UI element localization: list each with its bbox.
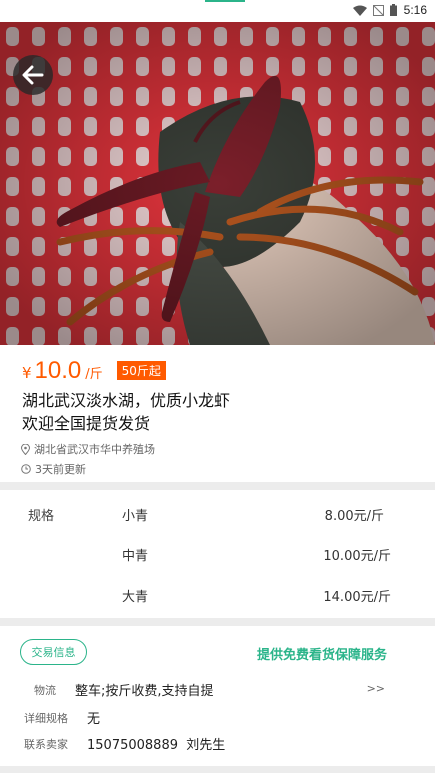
price-unit: /斤 [85,367,103,382]
detail-spec-label: 详细规格 [24,712,68,725]
product-title-line1: 湖北武汉淡水湖，优质小龙虾 [22,391,231,410]
wifi-icon [353,5,367,16]
updated-row: 3天前更新 [21,461,86,477]
spec-price: 8.00元/斤 [324,509,384,524]
min-order-badge: 50斤起 [116,361,166,380]
spec-row: 大青 14.00元/斤 [0,586,435,606]
spec-section: 规格 小青 8.00元/斤 中青 10.00元/斤 大青 14.00元/斤 [0,490,435,618]
logistics-label: 物流 [34,684,56,697]
currency-symbol: ¥ [22,364,32,382]
price-row: ¥ 10.0 /斤 50斤起 [22,357,166,385]
spec-price: 10.00元/斤 [323,549,391,564]
detail-spec-value: 无 [87,712,101,727]
logistics-more-link[interactable]: >> [367,682,385,695]
arrow-left-icon [22,65,44,85]
product-image[interactable] [0,22,435,345]
status-bar: 5:16 [0,0,435,22]
spec-row: 中青 10.00元/斤 [0,545,435,565]
trade-info-section: 交易信息 提供免费看货保障服务 物流 整车;按斤收费,支持自提 >> 详细规格 … [0,626,435,766]
product-summary: ¥ 10.0 /斤 50斤起 湖北武汉淡水湖，优质小龙虾 欢迎全国提货发货 湖北… [0,345,435,482]
product-title: 湖北武汉淡水湖，优质小龙虾 欢迎全国提货发货 [22,389,412,435]
product-title-line2: 欢迎全国提货发货 [22,414,151,433]
promo-service-link[interactable]: 提供免费看货保障服务 [257,644,387,663]
trade-info-tag: 交易信息 [20,639,87,665]
logistics-value: 整车;按斤收费,支持自提 [75,684,214,699]
spec-name: 小青 [122,509,149,524]
crayfish-photo [0,22,435,345]
spec-price: 14.00元/斤 [323,590,391,605]
contact-value[interactable]: 15075008889 刘先生 [87,734,225,753]
spec-name: 大青 [122,590,149,605]
updated-text: 3天前更新 [35,463,86,476]
location-row: 湖北省武汉市华中养殖场 [21,441,155,457]
contact-label: 联系卖家 [24,738,68,751]
clock-icon [21,464,31,474]
spec-row: 小青 8.00元/斤 [0,505,435,525]
status-icons [353,4,397,16]
location-pin-icon [21,443,30,455]
location-text: 湖北省武汉市华中养殖场 [34,443,155,456]
status-accent-line [205,0,245,2]
battery-icon [390,4,397,16]
price-value: 10.0 [34,357,82,384]
spec-name: 中青 [122,549,149,564]
signal-off-icon [373,4,384,16]
back-button[interactable] [13,55,53,95]
status-time: 5:16 [403,3,427,17]
